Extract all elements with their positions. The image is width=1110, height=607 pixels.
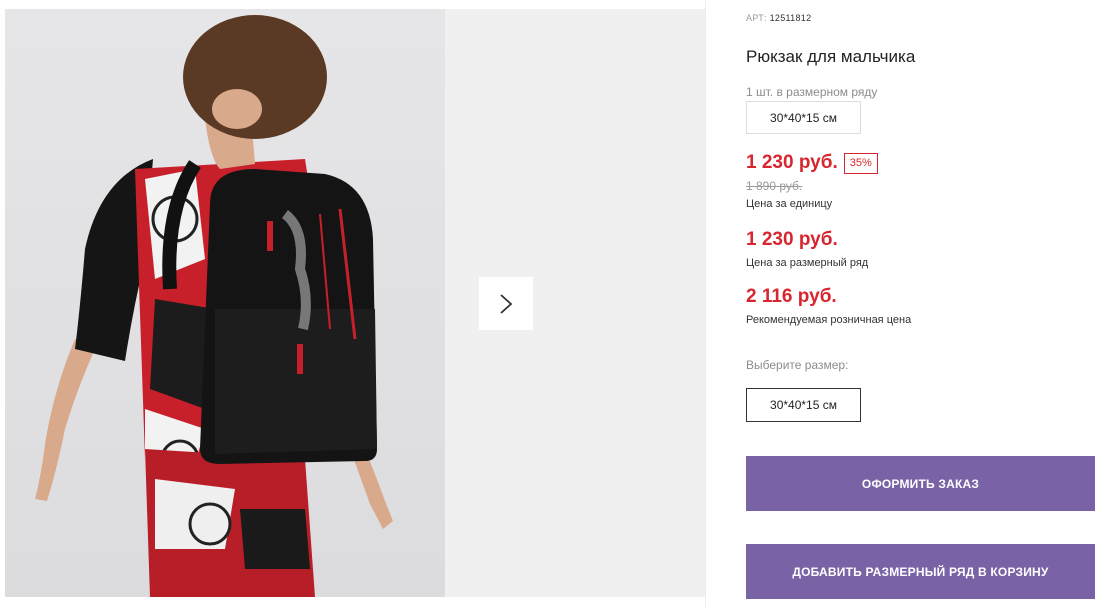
- product-photo: [5, 9, 445, 597]
- product-page: АРТ: 12511812 Рюкзак для мальчика 1 шт. …: [0, 0, 1110, 607]
- retail-price: 2 116 руб.: [746, 286, 837, 307]
- unit-price-row: 1 230 руб. 35%: [746, 152, 878, 174]
- discount-badge: 35%: [843, 152, 878, 174]
- panel-divider: [705, 0, 706, 607]
- qty-note: 1 шт. в размерном ряду: [746, 85, 878, 99]
- row-price: 1 230 руб.: [746, 229, 838, 250]
- gallery-next-button[interactable]: [479, 277, 533, 330]
- size-option[interactable]: 30*40*15 см: [746, 388, 861, 422]
- boy-with-backpack-image: [35, 15, 393, 597]
- sku: АРТ: 12511812: [746, 13, 811, 23]
- add-size-row-to-cart-button[interactable]: ДОБАВИТЬ РАЗМЕРНЫЙ РЯД В КОРЗИНУ: [746, 544, 1095, 599]
- product-title: Рюкзак для мальчика: [746, 47, 916, 66]
- checkout-button[interactable]: ОФОРМИТЬ ЗАКАЗ: [746, 456, 1095, 511]
- unit-price: 1 230 руб.: [746, 152, 838, 173]
- product-gallery: [5, 9, 705, 597]
- unit-price-caption: Цена за единицу: [746, 198, 833, 210]
- old-price: 1 890 руб.: [746, 179, 803, 193]
- size-chip: 30*40*15 см: [746, 101, 861, 134]
- sku-value: 12511812: [769, 13, 812, 23]
- sku-label: АРТ:: [746, 13, 767, 23]
- chevron-right-icon: [500, 293, 513, 314]
- choose-size-label: Выберите размер:: [746, 358, 849, 372]
- row-price-caption: Цена за размерный ряд: [746, 257, 869, 269]
- retail-price-caption: Рекомендуемая розничная цена: [746, 314, 912, 326]
